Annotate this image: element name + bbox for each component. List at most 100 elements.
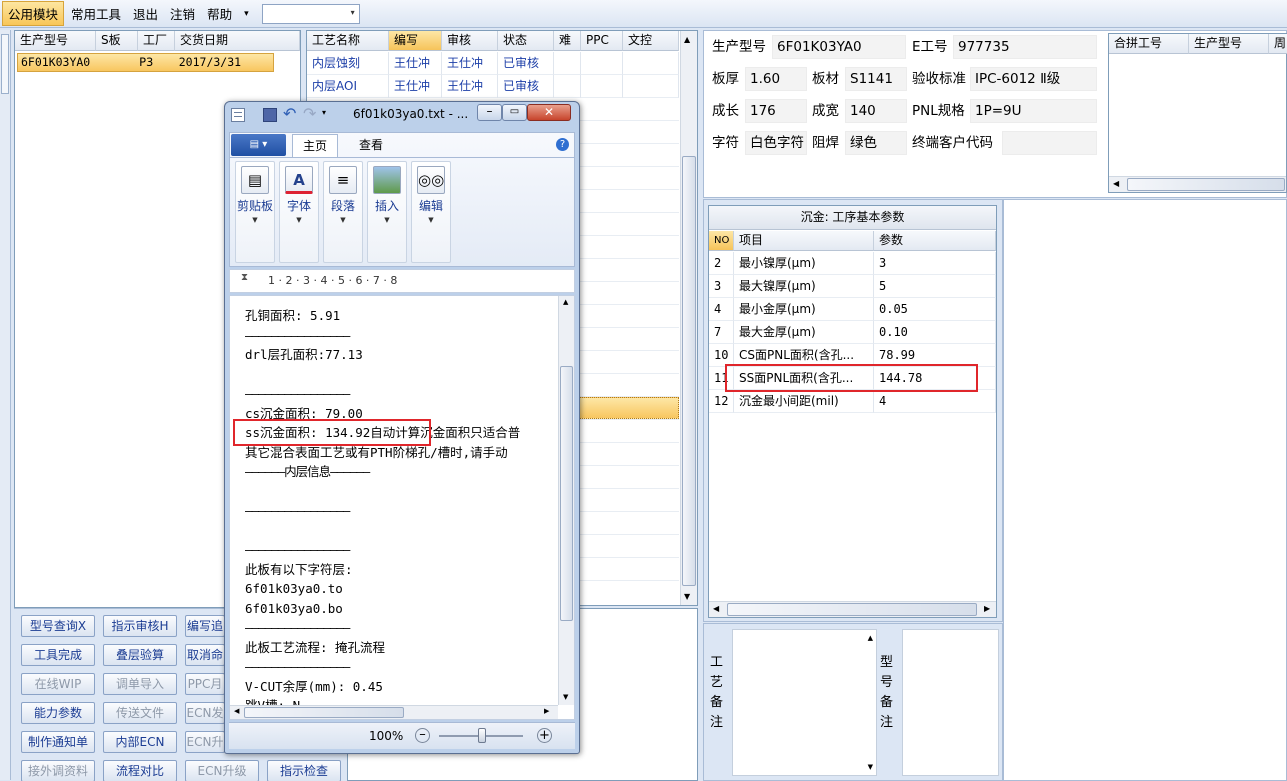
scroll-thumb[interactable] [560, 366, 573, 621]
menu-help[interactable]: 帮助 [202, 2, 237, 25]
scroll-down-icon[interactable]: ▼ [563, 693, 568, 701]
model-remark-box[interactable] [902, 629, 999, 776]
process-grid-scrollbar[interactable]: ▲ ▼ [680, 31, 697, 605]
param-hscrollbar[interactable]: ◀ ▶ [709, 601, 996, 617]
save-icon[interactable] [263, 108, 277, 122]
scroll-thumb[interactable] [682, 156, 696, 586]
scroll-right-icon[interactable]: ▶ [984, 604, 990, 613]
value-length[interactable]: 176 [745, 99, 807, 123]
redo-icon[interactable]: ↷ [303, 104, 316, 123]
value-legend[interactable]: 白色字符 [745, 131, 807, 155]
col-header-item[interactable]: 项目 [734, 231, 874, 251]
flow-compare-button[interactable]: 流程对比 [103, 760, 177, 781]
value-e-number[interactable]: 977735 [953, 35, 1097, 59]
table-row[interactable]: 内层蚀刻 王仕冲 王仕冲 已审核 [307, 52, 679, 75]
table-row[interactable]: 2 最小镍厚(μm) 3 [709, 252, 996, 275]
indent-marker-icon[interactable]: ⧗ [241, 272, 248, 283]
left-collapse-strip[interactable] [0, 30, 11, 780]
col-header-param[interactable]: 参数 [874, 231, 996, 251]
col-header-no[interactable]: NO [709, 231, 734, 251]
col-header-status[interactable]: 状态 [498, 31, 554, 51]
document-hscrollbar[interactable]: ◀ ▶ [230, 705, 558, 719]
instruction-check-button[interactable]: 指示检查 [267, 760, 341, 781]
scroll-up-icon[interactable]: ▲ [563, 298, 568, 306]
transfer-file-button[interactable]: 传送文件 [103, 702, 177, 724]
col-header-author[interactable]: 编写 [389, 31, 442, 51]
minimize-button[interactable]: – [477, 104, 502, 121]
scroll-right-icon[interactable]: ▶ [544, 707, 549, 715]
col-header-combine-no[interactable]: 合拼工号 [1109, 34, 1189, 54]
zoom-out-icon[interactable]: – [415, 728, 430, 743]
menu-combo-box[interactable]: ▾ [261, 3, 360, 24]
value-solder-mask[interactable]: 绿色 [845, 131, 907, 155]
ecn-upgrade-full-button[interactable]: ECN升级 [185, 760, 259, 781]
col-header-s-board[interactable]: S板 [96, 31, 138, 51]
instruction-review-button[interactable]: 指示审核H [103, 615, 177, 637]
table-row[interactable]: 6F01K03YA0 P3 2017/3/31 [17, 53, 274, 72]
chevron-down-icon[interactable]: ▾ [351, 8, 355, 17]
col-header-delivery-date[interactable]: 交货日期 [175, 31, 300, 51]
wordpad-window[interactable]: ↶ ↷ ▾ 6f01k03ya0.txt - ... – ▭ ✕ ▤ ▾ 主页 … [224, 101, 580, 754]
import-order-button[interactable]: 调单导入 [103, 673, 177, 695]
font-button[interactable]: A 字体 ▼ [279, 161, 319, 263]
table-row[interactable]: 12 沉金最小间距(mil) 4 [709, 390, 996, 413]
menu-more-chevron-icon[interactable]: ▾ [239, 7, 254, 21]
scroll-thumb[interactable] [727, 603, 977, 616]
table-row[interactable]: 内层AOI 王仕冲 王仕冲 已审核 [307, 75, 679, 98]
ecn-send-button[interactable]: ECN发 [185, 702, 225, 724]
col-header-doc-control[interactable]: 文控 [623, 31, 679, 51]
col-header-reviewer[interactable]: 审核 [442, 31, 498, 51]
value-pnl[interactable]: 1P=9U [970, 99, 1097, 123]
write-trace-button[interactable]: 编写追 [185, 615, 225, 637]
process-remark-box[interactable]: ▲ ▼ [732, 629, 877, 776]
cancel-command-button[interactable]: 取消命 [185, 644, 225, 666]
zoom-in-icon[interactable]: + [537, 728, 552, 743]
tool-complete-button[interactable]: 工具完成 [21, 644, 95, 666]
value-thickness[interactable]: 1.60 [745, 67, 807, 91]
insert-button[interactable]: 插入 ▼ [367, 161, 407, 263]
help-icon[interactable]: ? [556, 138, 569, 151]
col-header-ppc[interactable]: PPC [581, 31, 623, 51]
menu-common-tools[interactable]: 常用工具 [66, 2, 126, 25]
col-header-process[interactable]: 工艺名称 [307, 31, 389, 51]
undo-icon[interactable]: ↶ [283, 104, 296, 123]
selected-row[interactable] [579, 397, 679, 419]
internal-ecn-button[interactable]: 内部ECN [103, 731, 177, 753]
ecn-upgrade-button[interactable]: ECN升 [185, 731, 225, 753]
online-wip-button[interactable]: 在线WIP [21, 673, 95, 695]
edit-button[interactable]: ◎◎ 编辑 ▼ [411, 161, 451, 263]
ppc-month-button[interactable]: PPC月 [185, 673, 225, 695]
scroll-left-icon[interactable]: ◀ [1113, 179, 1119, 188]
maximize-button[interactable]: ▭ [502, 104, 527, 121]
scroll-thumb[interactable] [1127, 178, 1285, 191]
document-vscrollbar[interactable]: ▲ ▼ [558, 296, 574, 705]
menu-exit[interactable]: 退出 [128, 2, 163, 25]
value-customer-code[interactable] [1002, 131, 1097, 155]
left-collapse-button[interactable] [1, 34, 9, 94]
menu-public-module[interactable]: 公用模块 [2, 1, 65, 26]
value-material[interactable]: S1141 [845, 67, 907, 91]
scroll-down-icon[interactable]: ▼ [684, 592, 690, 601]
table-row[interactable]: 3 最大镍厚(μm) 5 [709, 275, 996, 298]
scroll-up-icon[interactable]: ▲ [868, 634, 873, 642]
tab-view[interactable]: 查看 [348, 134, 394, 156]
col-header-difficulty[interactable]: 难 [554, 31, 581, 51]
table-row[interactable]: 7 最大金厚(μm) 0.10 [709, 321, 996, 344]
app-menu-button[interactable]: ▤ ▾ [231, 134, 286, 156]
quick-access-menu-icon[interactable]: ▾ [322, 108, 326, 117]
document-area[interactable]: 孔铜面积: 5.91 ———————————————— drl层孔面积:77.13 —… [229, 295, 575, 720]
paragraph-button[interactable]: ≡ 段落 ▼ [323, 161, 363, 263]
zoom-slider-thumb[interactable] [478, 728, 486, 743]
scroll-down-icon[interactable]: ▼ [868, 763, 873, 771]
col-header-model[interactable]: 生产型号 [15, 31, 96, 51]
scroll-up-icon[interactable]: ▲ [684, 35, 690, 44]
scroll-left-icon[interactable]: ◀ [713, 604, 719, 613]
make-notice-button[interactable]: 制作通知单 [21, 731, 95, 753]
col-header-combine-model[interactable]: 生产型号 [1189, 34, 1269, 54]
close-button[interactable]: ✕ [527, 104, 571, 121]
col-header-factory[interactable]: 工厂 [138, 31, 175, 51]
value-model[interactable]: 6F01K03YA0 [772, 35, 906, 59]
capability-params-button[interactable]: 能力参数 [21, 702, 95, 724]
table-row[interactable]: 4 最小金厚(μm) 0.05 [709, 298, 996, 321]
tab-home[interactable]: 主页 [292, 134, 338, 158]
